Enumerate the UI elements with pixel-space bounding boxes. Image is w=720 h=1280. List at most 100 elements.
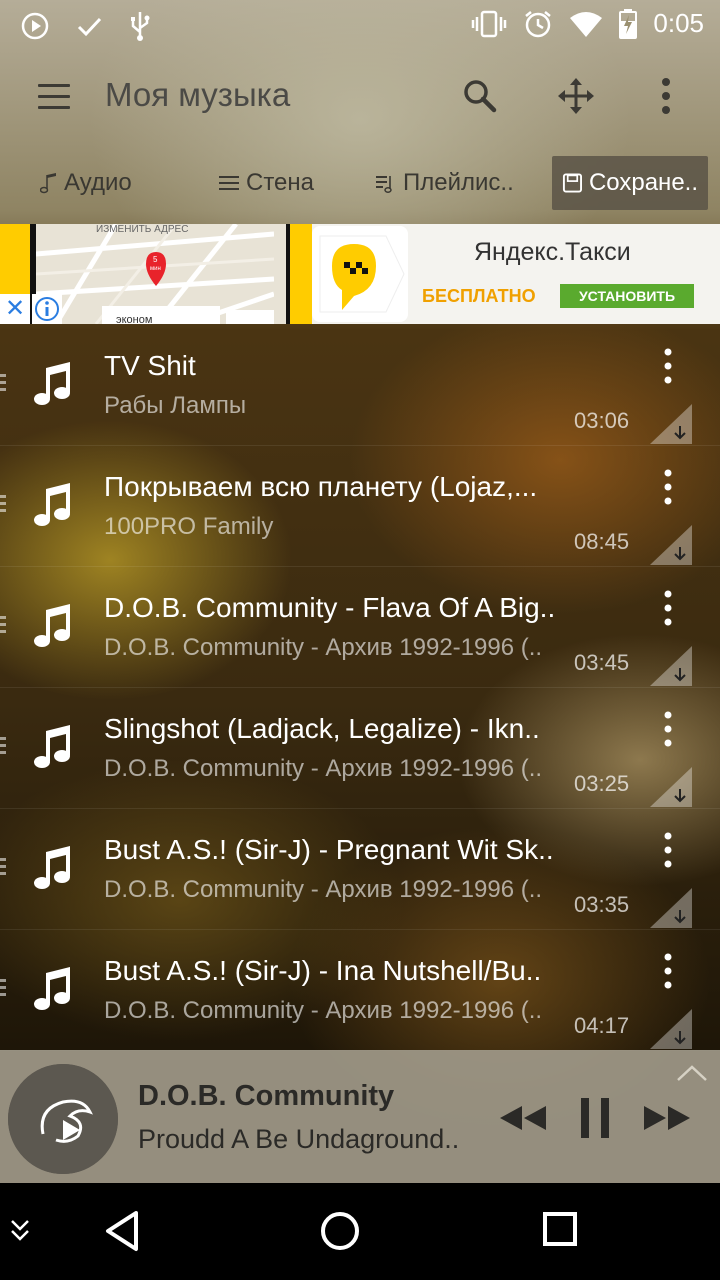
track-list: TV Shit Рабы Лампы 03:06 Покрываем всю п… — [0, 324, 720, 1051]
close-icon[interactable]: ✕ — [0, 294, 30, 324]
ad-map-label: ИЗМЕНИТЬ АДРЕС — [96, 224, 188, 235]
ad-install-button[interactable]: УСТАНОВИТЬ — [560, 284, 694, 308]
note-icon — [40, 173, 56, 194]
ad-banner[interactable]: ИЗМЕНИТЬ АДРЕС 5 мин эконом Яндекс.Такси… — [0, 224, 720, 324]
chevron-up-icon[interactable] — [676, 1064, 708, 1082]
ad-map-image: ИЗМЕНИТЬ АДРЕС 5 мин эконом — [30, 224, 292, 324]
track-duration: 08:45 — [574, 529, 630, 554]
ad-map-pin: 5 — [153, 255, 158, 264]
ad-map-pin-sub: мин — [150, 266, 161, 272]
list-icon — [219, 176, 239, 190]
more-vert-icon[interactable] — [660, 953, 676, 989]
list-item[interactable]: Покрываем всю планету (Lojaz,... 100PRO … — [0, 445, 720, 567]
drag-handle-icon[interactable] — [0, 979, 6, 999]
drag-handle-icon[interactable] — [0, 495, 6, 515]
more-vert-icon[interactable] — [660, 590, 676, 626]
tab-label: Сохране.. — [588, 169, 698, 196]
music-note-icon — [34, 483, 70, 526]
usb-icon — [131, 12, 150, 41]
alarm-icon — [525, 10, 552, 37]
download-icon[interactable] — [650, 646, 692, 686]
tab-audio[interactable]: Аудио — [40, 156, 132, 210]
track-title: D.O.B. Community - Flava Of A Big.. — [104, 592, 556, 623]
drag-handle-icon[interactable] — [0, 737, 6, 757]
list-item[interactable]: Bust A.S.! (Sir-J) - Pregnant Wit Sk.. D… — [0, 808, 720, 930]
recents-icon[interactable] — [540, 1209, 580, 1249]
track-title: Bust A.S.! (Sir-J) - Pregnant Wit Sk.. — [104, 834, 554, 865]
download-icon[interactable] — [650, 767, 692, 807]
music-note-icon — [34, 846, 70, 889]
track-title: Bust A.S.! (Sir-J) - Ina Nutshell/Bu.. — [104, 955, 542, 986]
navigation-bar — [0, 1183, 720, 1280]
vibrate-icon — [472, 10, 507, 37]
move-icon[interactable] — [556, 76, 596, 116]
more-vert-icon[interactable] — [660, 469, 676, 505]
tab-bar: Аудио Стена Плейлис.. Сохране.. — [0, 152, 720, 218]
download-icon[interactable] — [650, 1009, 692, 1049]
battery-charging-icon — [619, 8, 638, 39]
check-icon — [77, 17, 102, 37]
wifi-icon — [570, 11, 603, 37]
more-vert-icon[interactable] — [660, 711, 676, 747]
music-note-icon — [34, 967, 70, 1010]
tab-saved[interactable]: Сохране.. — [552, 156, 708, 210]
more-vert-icon[interactable] — [660, 348, 676, 384]
home-icon[interactable] — [318, 1209, 362, 1253]
rewind-icon[interactable] — [498, 1096, 548, 1140]
album-cover-play-button[interactable] — [8, 1064, 118, 1174]
track-duration: 03:06 — [574, 408, 630, 433]
toolbar: Моя музыка — [0, 50, 720, 146]
track-artist: 100PRO Family — [104, 513, 274, 540]
more-vert-icon[interactable] — [646, 76, 686, 116]
tab-wall[interactable]: Стена — [218, 156, 314, 210]
tab-label: Аудио — [64, 169, 132, 196]
ad-free-label: БЕСПЛАТНО — [422, 286, 536, 306]
play-icon — [21, 12, 49, 40]
search-icon[interactable] — [460, 76, 500, 116]
music-note-icon — [34, 725, 70, 768]
player-artist: D.O.B. Community — [138, 1080, 395, 1112]
track-artist: D.O.B. Community - Архив 1992-1996 (.. — [104, 876, 543, 903]
drag-handle-icon[interactable] — [0, 616, 6, 636]
player-track: Proudd A Be Undaground.. — [138, 1124, 460, 1154]
status-time: 0:05 — [653, 8, 704, 38]
track-artist: D.O.B. Community - Архив 1992-1996 (.. — [104, 997, 543, 1024]
more-vert-icon[interactable] — [660, 832, 676, 868]
info-icon[interactable] — [32, 294, 62, 324]
fast-forward-icon[interactable] — [642, 1096, 692, 1140]
save-icon — [562, 173, 583, 193]
track-title: TV Shit — [104, 350, 196, 381]
track-title: Slingshot (Ladjack, Legalize) - Ikn.. — [104, 713, 540, 744]
list-item[interactable]: D.O.B. Community - Flava Of A Big.. D.O.… — [0, 566, 720, 688]
track-duration: 03:35 — [574, 892, 630, 917]
track-title: Покрываем всю планету (Lojaz,... — [104, 471, 538, 502]
list-item[interactable]: Slingshot (Ladjack, Legalize) - Ikn.. D.… — [0, 687, 720, 809]
ad-map-bottom: эконом — [116, 314, 152, 324]
track-artist: Рабы Лампы — [104, 392, 247, 419]
menu-icon[interactable] — [38, 84, 70, 109]
tab-label: Плейлис.. — [403, 169, 514, 196]
track-duration: 03:25 — [574, 771, 630, 796]
track-artist: D.O.B. Community - Архив 1992-1996 (.. — [104, 634, 543, 661]
list-item[interactable]: Bust A.S.! (Sir-J) - Ina Nutshell/Bu.. D… — [0, 929, 720, 1051]
drag-handle-icon[interactable] — [0, 858, 6, 878]
download-icon[interactable] — [650, 525, 692, 565]
back-icon[interactable] — [102, 1209, 142, 1253]
download-icon[interactable] — [650, 888, 692, 928]
tab-playlists[interactable]: Плейлис.. — [375, 156, 514, 210]
music-note-icon — [34, 362, 70, 405]
ad-decor — [290, 224, 312, 324]
drag-handle-icon[interactable] — [0, 374, 6, 394]
ad-title: Яндекс.Такси — [474, 238, 631, 266]
tab-label: Стена — [246, 169, 315, 196]
download-icon[interactable] — [650, 404, 692, 444]
track-duration: 04:17 — [574, 1013, 630, 1038]
status-bar: 0:05 — [0, 0, 720, 50]
mini-player[interactable]: D.O.B. Community Proudd A Be Undaground.… — [0, 1050, 720, 1183]
music-note-icon — [34, 604, 70, 647]
yandex-taxi-logo — [312, 226, 408, 322]
pause-icon[interactable] — [578, 1096, 612, 1140]
collapse-icon[interactable] — [8, 1217, 32, 1245]
list-item[interactable]: TV Shit Рабы Лампы 03:06 — [0, 324, 720, 446]
playlist-icon — [376, 176, 392, 193]
